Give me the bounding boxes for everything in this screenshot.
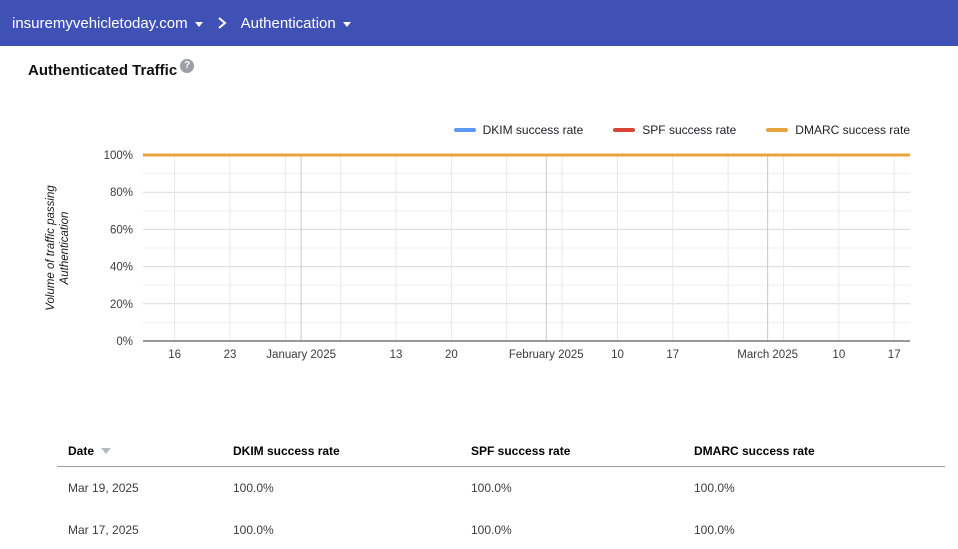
dropdown-caret-icon (194, 21, 203, 27)
section-selector[interactable]: Authentication (235, 15, 357, 32)
table-cell-date: Mar 19, 2025 (68, 481, 139, 495)
table-header-dmarc-success-rate: DMARC success rate (694, 444, 945, 458)
table-cell-value: 100.0% (694, 523, 735, 537)
table-cell-value: 100.0% (694, 481, 735, 495)
legend-item-spf: SPF success rate (613, 123, 736, 137)
x-axis-tick-label: March 2025 (737, 349, 798, 361)
table-cell-value: 100.0% (471, 523, 512, 537)
x-axis-tick-label: 13 (390, 349, 403, 361)
table-header-row: Date DKIM success rate SPF success rate DMA… (57, 436, 945, 467)
table-row: Mar 17, 2025 100.0% 100.0% 100.0% (57, 509, 945, 549)
y-axis-title: Volume of traffic passing Authentication (45, 185, 71, 311)
x-axis-tick-label: 10 (832, 349, 845, 361)
table-row: Mar 19, 2025 100.0% 100.0% 100.0% (57, 467, 945, 509)
x-axis-tick-label: 20 (445, 349, 458, 361)
legend-item-dmarc: DMARC success rate (766, 123, 910, 137)
table-header-label: SPF success rate (471, 444, 571, 458)
table-header-dkim-success-rate: DKIM success rate (233, 444, 471, 458)
help-icon[interactable]: ? (180, 59, 195, 73)
x-axis-tick-label: 10 (611, 349, 624, 361)
legend-swatch-icon (613, 128, 636, 132)
legend-label: SPF success rate (642, 123, 737, 137)
top-nav-bar: insuremyvehicletoday.com Authentication (0, 0, 958, 46)
domain-selector-label: insuremyvehicletoday.com (12, 14, 188, 32)
table-cell-value: 100.0% (233, 523, 274, 537)
y-axis-tick-label: 0% (116, 336, 133, 348)
table-header-date[interactable]: Date (57, 444, 233, 458)
legend-label: DMARC success rate (795, 123, 910, 137)
table-cell-value: 100.0% (233, 481, 274, 495)
legend-swatch-icon (766, 128, 789, 132)
y-axis-tick-label: 60% (110, 224, 133, 236)
table-header-label: DMARC success rate (694, 444, 815, 458)
y-axis-tick-label: 40% (110, 262, 133, 274)
table-cell-value: 100.0% (471, 481, 512, 495)
x-axis-tick-label: 16 (168, 349, 181, 361)
auth-rates-table: Date DKIM success rate SPF success rate DMA… (57, 436, 945, 549)
x-axis-tick-label: January 2025 (266, 349, 336, 361)
y-axis-tick-label: 20% (110, 299, 133, 311)
legend-item-dkim: DKIM success rate (453, 123, 584, 137)
y-axis-tick-label: 100% (104, 150, 133, 162)
postmaster-tools-app: insuremyvehicletoday.com Authentication … (0, 0, 958, 549)
table-header-label: DKIM success rate (233, 444, 340, 458)
x-axis-tick-label: 17 (666, 349, 679, 361)
x-axis-tick-label: February 2025 (509, 349, 584, 361)
page-title-row: Authenticated Traffic ? (28, 59, 195, 79)
table-body: Mar 19, 2025 100.0% 100.0% 100.0% Mar 17, 20… (57, 467, 945, 549)
legend-label: DKIM success rate (482, 123, 584, 137)
dropdown-caret-icon (342, 21, 351, 27)
section-selector-label: Authentication (240, 14, 336, 32)
table-header-spf-success-rate: SPF success rate (471, 444, 694, 458)
domain-selector[interactable]: insuremyvehicletoday.com (6, 15, 209, 32)
x-axis-tick-label: 23 (224, 349, 237, 361)
legend-swatch-icon (453, 128, 476, 132)
sort-descending-icon (101, 448, 112, 454)
page-title: Authenticated Traffic (28, 62, 178, 79)
y-axis-tick-label: 80% (110, 187, 133, 199)
table-header-label: Date (68, 444, 95, 458)
chart-legend: DKIM success rate SPF success rate DMARC s… (453, 123, 910, 137)
table-cell-date: Mar 17, 2025 (68, 523, 139, 537)
authenticated-traffic-chart[interactable]: 16 23 January 2025 13 20 February 2025 10 17 Mar… (0, 138, 958, 378)
breadcrumb-chevron-icon (217, 16, 227, 30)
x-axis-tick-label: 17 (888, 349, 901, 361)
